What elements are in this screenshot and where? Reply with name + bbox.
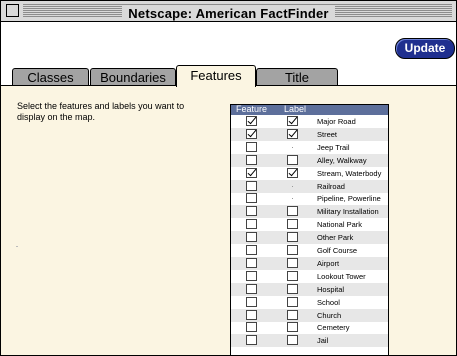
update-button[interactable]: Update [395,38,455,59]
table-row: Cemetery [231,321,388,334]
instructions-text: Select the features and labels you want … [17,101,185,122]
label-checkbox[interactable] [287,167,298,178]
feature-checkbox[interactable] [246,257,257,268]
feature-checkbox[interactable] [246,245,257,255]
table-row: Golf Course [231,244,388,257]
feature-checkbox[interactable] [246,141,257,152]
feature-name: Other Park [317,233,354,243]
table-header: Feature Label [231,105,388,115]
feature-name: Jeep Trail [317,142,350,152]
panel-mark [16,246,18,247]
label-unavailable-marker [292,198,293,200]
tab-boundaries[interactable]: Boundaries [90,68,176,86]
feature-checkbox[interactable] [246,167,257,178]
tab-title[interactable]: Title [256,68,338,86]
table-row: Other Park [231,231,388,245]
feature-checkbox[interactable] [246,193,257,204]
label-checkbox[interactable] [287,270,298,281]
feature-checkbox[interactable] [246,283,257,294]
feature-name: Church [317,310,342,320]
feature-checkbox[interactable] [246,219,257,230]
feature-checkbox[interactable] [246,154,257,165]
feature-name: Pipeline, Powerline [317,194,381,204]
label-checkbox[interactable] [287,322,298,333]
feature-checkbox[interactable] [246,322,257,333]
feature-name: Military Installation [317,207,379,217]
feature-name: School [317,297,340,307]
feature-name: Hospital [317,284,345,294]
label-unavailable-marker [292,146,293,148]
table-row: Military Installation [231,205,388,219]
feature-name: Stream, Waterbody [317,168,382,178]
label-checkbox[interactable] [287,128,298,139]
label-checkbox[interactable] [287,154,298,165]
features-panel: Select the features and labels you want … [1,86,456,355]
feature-checkbox[interactable] [246,128,257,139]
feature-checkbox[interactable] [246,270,257,281]
feature-name: Street [317,129,338,139]
table-row: Street [231,127,388,141]
table-row: Jeep Trail [231,141,388,154]
table-row: Church [231,308,388,322]
feature-checkbox[interactable] [246,180,257,191]
table-row: Railroad [231,179,388,193]
label-checkbox[interactable] [287,309,298,320]
table-row: Lookout Tower [231,270,388,283]
label-checkbox[interactable] [287,245,298,255]
table-row: National Park [231,218,388,231]
title-bar[interactable]: Netscape: American FactFinder [1,1,456,22]
label-checkbox[interactable] [287,116,298,126]
header-feature: Feature [236,104,268,114]
table-row: School [231,296,388,309]
feature-name: Railroad [317,181,345,191]
feature-checkbox[interactable] [246,335,257,346]
feature-name: National Park [317,220,363,230]
window-title-wrap: Netscape: American FactFinder [1,3,456,22]
feature-name: Lookout Tower [317,271,366,281]
feature-checkbox[interactable] [246,296,257,307]
label-checkbox[interactable] [287,283,298,294]
table-row: Hospital [231,282,388,296]
table-row: Alley, Walkway [231,153,388,167]
table-row: Pipeline, Powerline [231,192,388,205]
tab-features[interactable]: Features [176,65,256,87]
window-title: Netscape: American FactFinder [122,6,335,21]
table-row: Jail [231,334,388,348]
label-checkbox[interactable] [287,257,298,268]
label-unavailable-marker [292,185,293,187]
feature-checkbox[interactable] [246,206,257,217]
feature-name: Airport [317,258,340,268]
features-table: Feature Label Major Road Street Jeep Trail… [230,104,389,355]
feature-checkbox[interactable] [246,309,257,320]
label-checkbox[interactable] [287,206,298,217]
feature-name: Golf Course [317,246,358,255]
label-checkbox[interactable] [287,296,298,307]
feature-checkbox[interactable] [246,232,257,243]
label-checkbox[interactable] [287,232,298,243]
table-row: Stream, Waterbody [231,167,388,180]
table-row: Airport [231,256,388,270]
feature-checkbox[interactable] [246,116,257,126]
label-checkbox[interactable] [287,219,298,230]
page-content: Update Classes Boundaries Features Title… [1,22,456,355]
table-row: Major Road [231,115,388,128]
tab-classes[interactable]: Classes [12,68,89,86]
label-checkbox[interactable] [287,335,298,346]
feature-name: Jail [317,336,329,346]
header-label: Label [284,104,307,114]
feature-name: Major Road [317,117,356,126]
feature-name: Cemetery [317,323,350,333]
browser-window: Netscape: American FactFinder Update Cla… [0,0,457,356]
feature-name: Alley, Walkway [317,155,367,165]
